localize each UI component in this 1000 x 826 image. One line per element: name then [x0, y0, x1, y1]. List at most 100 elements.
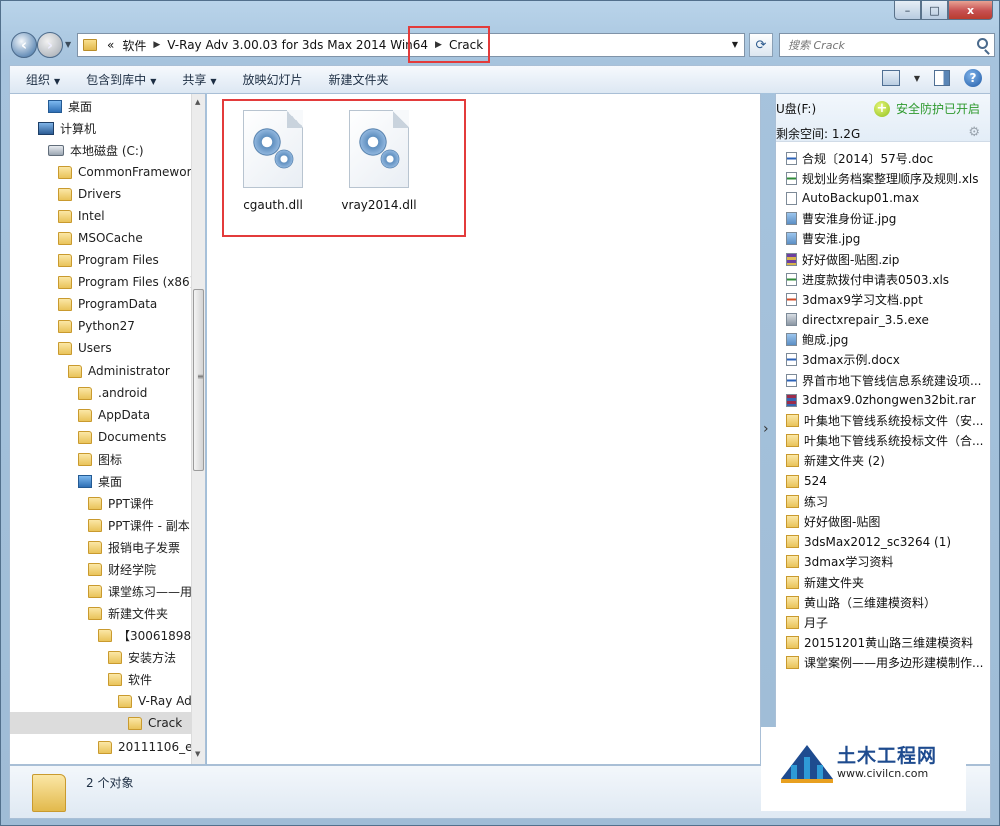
udisk-list-item[interactable]: 3dmax9学习文档.ppt — [786, 289, 986, 309]
udisk-list-item[interactable]: 界首市地下管线信息系统建设项... — [786, 370, 986, 390]
udisk-list-item[interactable]: 3dmax9.0zhongwen32bit.rar — [786, 390, 986, 410]
change-view-icon[interactable] — [881, 70, 900, 86]
udisk-list-item[interactable]: 课堂案例——用多边形建模制作... — [786, 653, 986, 673]
udisk-list-item[interactable]: 合规〔2014〕57号.doc — [786, 148, 986, 168]
navigation-scrollbar[interactable]: ▲ ≡ ▼ — [191, 94, 205, 764]
tree-item[interactable]: Crack — [10, 712, 193, 734]
close-button[interactable]: x — [948, 1, 993, 20]
udisk-list-item[interactable]: 3dmax学习资料 — [786, 552, 986, 572]
tree-item[interactable]: 桌面 — [10, 470, 193, 492]
tree-item[interactable]: 20111106_e0f — [10, 736, 193, 758]
udisk-list-item[interactable]: 练习 — [786, 491, 986, 511]
tree-item-label: Crack — [148, 716, 183, 730]
address-bar[interactable]: « 软件 ▶ V-Ray Adv 3.00.03 for 3ds Max 201… — [77, 33, 745, 57]
udisk-list-item[interactable]: 叶集地下管线系统投标文件（合... — [786, 431, 986, 451]
file-list-area[interactable]: cgauth.dll vray2014.dll — [207, 93, 761, 765]
scroll-down-icon[interactable]: ▼ — [195, 750, 200, 758]
breadcrumb-separator-icon[interactable]: ▶ — [150, 40, 163, 50]
file-item-vray2014[interactable]: vray2014.dll — [329, 100, 429, 220]
tree-item[interactable]: Users — [10, 337, 193, 359]
udisk-list-item[interactable]: 规划业务档案整理顺序及规则.xls — [786, 168, 986, 188]
search-box[interactable] — [779, 33, 995, 57]
udisk-item-label: 20151201黄山路三维建模资料 — [804, 636, 974, 651]
view-options-dropdown-icon[interactable]: ▼ — [914, 74, 920, 83]
tree-item[interactable]: 财经学院 — [10, 558, 193, 580]
udisk-list-item[interactable]: 曹安淮身份证.jpg — [786, 209, 986, 229]
udisk-list-item[interactable]: 鲍成.jpg — [786, 330, 986, 350]
tree-item[interactable]: Intel — [10, 205, 193, 227]
tree-item[interactable]: AppData — [10, 404, 193, 426]
slideshow-button[interactable]: 放映幻灯片 — [227, 71, 313, 88]
safety-status[interactable]: + 安全防护已开启 — [873, 100, 980, 117]
tree-item[interactable]: Administrator — [10, 360, 193, 382]
folder-icon — [108, 672, 122, 686]
breadcrumb-overflow[interactable]: « — [103, 38, 118, 52]
tree-item[interactable]: PPT课件 — [10, 492, 193, 514]
tree-item[interactable]: Python27 — [10, 315, 193, 337]
tree-item[interactable]: MSOCache — [10, 227, 193, 249]
tree-item[interactable]: 本地磁盘 (C:) — [10, 139, 193, 161]
navigation-pane[interactable]: 桌面 计算机 本地磁盘 (C:) CommonFramework Drivers Inte… — [9, 93, 206, 765]
maximize-button[interactable]: □ — [921, 1, 948, 20]
udisk-list-item[interactable]: directxrepair_3.5.exe — [786, 310, 986, 330]
help-icon[interactable]: ? — [964, 69, 982, 87]
tree-item[interactable]: 新建文件夹 — [10, 602, 193, 624]
breadcrumb-separator-icon[interactable]: ▶ — [432, 40, 445, 50]
tree-item[interactable]: V-Ray Adv — [10, 690, 193, 712]
scrollbar-thumb[interactable]: ≡ — [193, 289, 204, 471]
udisk-list-item[interactable]: 好好做图-贴图 — [786, 511, 986, 531]
udisk-list-item[interactable]: 3dmax示例.docx — [786, 350, 986, 370]
back-button[interactable]: ‹ — [11, 32, 37, 58]
tree-item[interactable]: Program Files — [10, 249, 193, 271]
recent-pages-dropdown[interactable]: ▼ — [65, 40, 71, 49]
include-library-menu[interactable]: 包含到库中 ▼ — [70, 71, 166, 88]
chevron-right-icon[interactable]: › — [763, 421, 769, 437]
scroll-up-icon[interactable]: ▲ — [195, 98, 200, 106]
tree-item[interactable]: 【30061898】 — [10, 624, 193, 646]
organize-menu[interactable]: 组织 ▼ — [10, 71, 70, 88]
breadcrumb-software[interactable]: 软件 — [118, 37, 150, 54]
udisk-list-item[interactable]: 好好做图-贴图.zip — [786, 249, 986, 269]
udisk-list-item[interactable]: 新建文件夹 — [786, 572, 986, 592]
udisk-list-item[interactable]: 进度款拨付申请表0503.xls — [786, 269, 986, 289]
tree-item[interactable]: 软件 — [10, 668, 193, 690]
udisk-list-item[interactable]: AutoBackup01.max — [786, 188, 986, 208]
tree-item[interactable]: ProgramData — [10, 293, 193, 315]
udisk-list-item[interactable]: 524 — [786, 471, 986, 491]
rar-file-icon — [786, 393, 797, 407]
tree-item[interactable]: CommonFramework — [10, 161, 193, 183]
tree-item[interactable]: 安装方法 — [10, 646, 193, 668]
tree-item[interactable]: Program Files (x86) — [10, 271, 193, 293]
minimize-button[interactable]: – — [894, 1, 921, 20]
tree-item[interactable]: 计算机 — [10, 117, 193, 139]
udisk-list-item[interactable]: 3dsMax2012_sc3264 (1) — [786, 532, 986, 552]
doc-file-icon — [786, 353, 797, 367]
preview-pane-icon[interactable] — [934, 70, 950, 86]
breadcrumb-crack[interactable]: Crack — [445, 38, 487, 52]
tree-item[interactable]: 桌面 — [10, 95, 193, 117]
search-icon[interactable] — [977, 38, 988, 49]
tree-item[interactable]: Documents — [10, 426, 193, 448]
tree-item[interactable]: PPT课件 - 副本 — [10, 514, 193, 536]
udisk-list-item[interactable]: 曹安淮.jpg — [786, 229, 986, 249]
share-menu[interactable]: 共享 ▼ — [166, 71, 226, 88]
breadcrumb-vray[interactable]: V-Ray Adv 3.00.03 for 3ds Max 2014 Win64 — [163, 38, 432, 52]
tree-item[interactable]: .android — [10, 382, 193, 404]
refresh-button[interactable]: ⟳ — [749, 33, 773, 57]
udisk-list-item[interactable]: 叶集地下管线系统投标文件（安... — [786, 410, 986, 430]
forward-button[interactable]: › — [37, 32, 63, 58]
address-dropdown-icon[interactable]: ▼ — [732, 40, 738, 49]
gear-icon[interactable]: ⚙ — [968, 125, 980, 140]
folder-icon — [98, 628, 112, 642]
udisk-list-item[interactable]: 20151201黄山路三维建模资料 — [786, 633, 986, 653]
tree-item[interactable]: Drivers — [10, 183, 193, 205]
search-input[interactable] — [788, 38, 968, 52]
tree-item[interactable]: 课堂练习——用 — [10, 580, 193, 602]
udisk-list-item[interactable]: 新建文件夹 (2) — [786, 451, 986, 471]
udisk-list-item[interactable]: 黄山路（三维建模资料） — [786, 592, 986, 612]
tree-item[interactable]: 报销电子发票 — [10, 536, 193, 558]
new-folder-button[interactable]: 新建文件夹 — [313, 71, 399, 88]
file-item-cgauth[interactable]: cgauth.dll — [223, 100, 323, 220]
udisk-list-item[interactable]: 月子 — [786, 612, 986, 632]
tree-item[interactable]: 图标 — [10, 448, 193, 470]
